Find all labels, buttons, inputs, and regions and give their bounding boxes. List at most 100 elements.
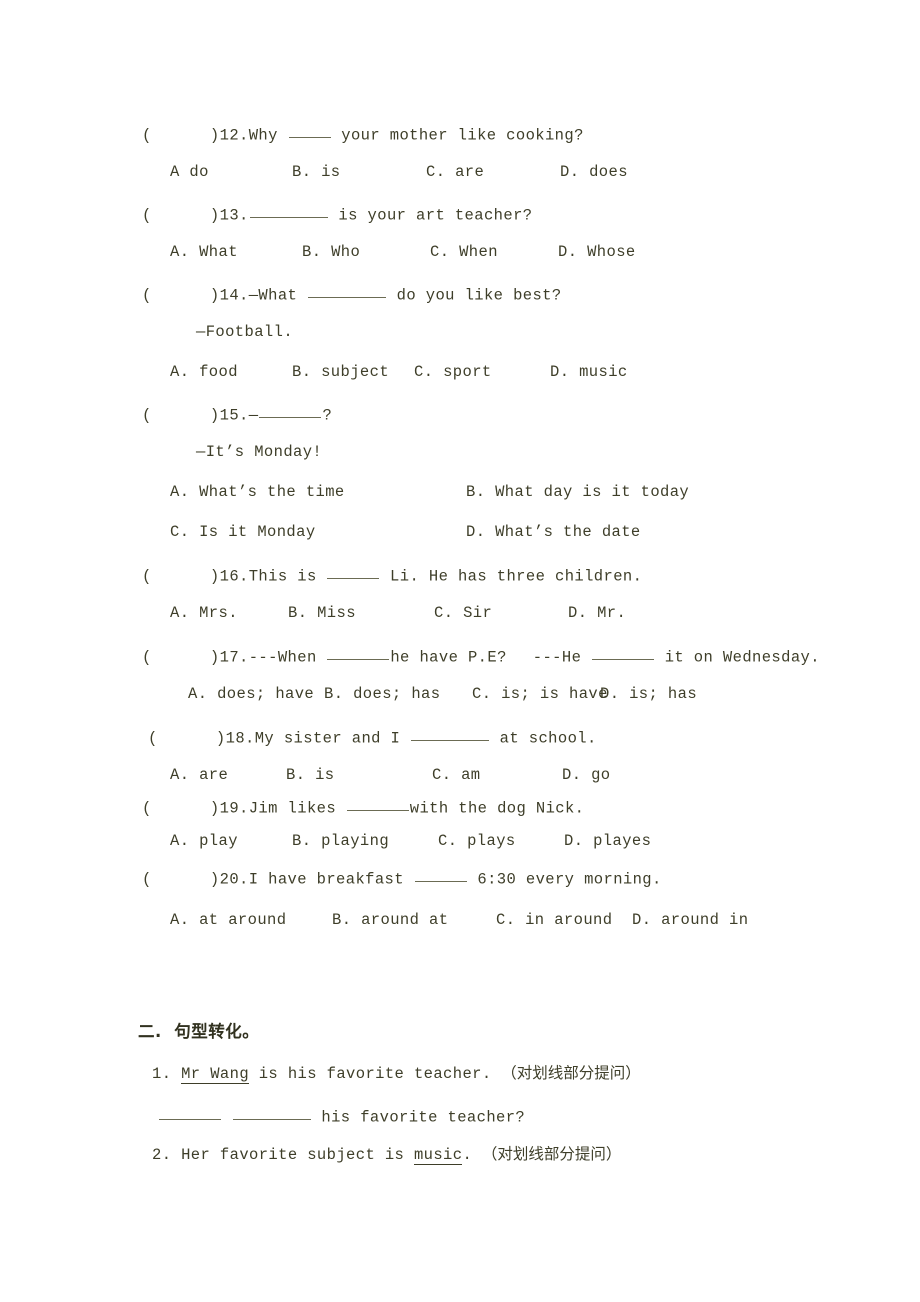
- q19-stem-after: with the dog Nick.: [409, 799, 585, 818]
- q17-blank-1[interactable]: [327, 644, 390, 660]
- q15-option-c[interactable]: C. Is it Monday: [170, 522, 466, 542]
- q15-stem-after: ?: [322, 406, 333, 425]
- q17-stem-part1: ---When: [248, 648, 327, 667]
- q14-blank[interactable]: [307, 282, 386, 298]
- section-two-heading: 二. 句型转化。: [138, 1022, 260, 1041]
- q15-stem-before: —: [248, 406, 259, 425]
- q13-option-b[interactable]: B. Who: [302, 242, 430, 262]
- q17-number: 17.: [219, 648, 249, 667]
- q18-option-b[interactable]: B. is: [286, 765, 432, 785]
- q17-stem-part3: ---He: [532, 648, 591, 667]
- q12-blank[interactable]: [288, 122, 331, 138]
- q12-option-c[interactable]: C. are: [426, 162, 560, 182]
- q17-option-c[interactable]: C. is; is have: [472, 684, 607, 704]
- q15-option-a[interactable]: A. What’s the time: [170, 482, 466, 502]
- section-two-item-1: 1. Mr Wang is his favorite teacher. （对划线…: [152, 1063, 641, 1084]
- q16-option-a[interactable]: A. Mrs.: [170, 603, 288, 623]
- item-2-hint: （对划线部分提问）: [481, 1145, 622, 1163]
- q19-blank[interactable]: [346, 795, 409, 811]
- question-17-stem: ( )17.---When he have P.E? ---He it on We…: [142, 644, 820, 668]
- worksheet-page: ( )12.Why your mother like cooking? A do…: [0, 0, 920, 1302]
- q15-blank[interactable]: [259, 402, 322, 418]
- question-15-options-row2: C. Is it Monday D. What’s the date: [170, 522, 641, 542]
- q19-option-a[interactable]: A. play: [170, 831, 292, 851]
- q14-option-a[interactable]: A. food: [170, 362, 292, 382]
- question-19-stem: ( )19.Jim likes with the dog Nick.: [142, 795, 584, 819]
- q17-option-d[interactable]: D. is; has: [600, 684, 697, 704]
- q18-number: 18.: [225, 729, 255, 748]
- q14-option-b[interactable]: B. subject: [292, 362, 414, 382]
- q13-bracket: ( ): [142, 206, 220, 225]
- question-13-stem: ( )13. is your art teacher?: [142, 202, 532, 226]
- item-1-answer-blank-1[interactable]: [159, 1104, 221, 1120]
- item-1-answer-blank-2[interactable]: [232, 1104, 311, 1120]
- q12-option-a[interactable]: A do: [170, 162, 292, 182]
- q20-option-b[interactable]: B. around at: [332, 910, 496, 930]
- q17-stem-part4: it on Wednesday.: [655, 648, 820, 667]
- q16-option-d[interactable]: D. Mr.: [568, 603, 626, 623]
- q19-bracket: ( ): [142, 799, 220, 818]
- item-1-rest: is his favorite teacher.: [249, 1065, 492, 1083]
- q18-bracket: ( ): [148, 729, 226, 748]
- q17-option-a[interactable]: A. does; have: [188, 684, 324, 704]
- item-1-underlined: Mr Wang: [181, 1065, 250, 1084]
- q16-option-c[interactable]: C. Sir: [434, 603, 568, 623]
- q12-bracket: ( ): [142, 126, 220, 145]
- q20-option-c[interactable]: C. in around: [496, 910, 632, 930]
- q13-option-d[interactable]: D. Whose: [558, 242, 636, 262]
- item-1-hint: （对划线部分提问）: [501, 1064, 641, 1082]
- q17-blank-2[interactable]: [592, 644, 654, 660]
- question-15-stem: ( )15.—?: [142, 402, 332, 426]
- q13-option-c[interactable]: C. When: [430, 242, 558, 262]
- q18-option-a[interactable]: A. are: [170, 765, 286, 785]
- q20-stem-after: 6:30 every morning.: [467, 870, 662, 889]
- question-14-stem: ( )14.—What do you like best?: [142, 282, 562, 306]
- q18-stem-before: My sister and I: [254, 729, 410, 748]
- q16-bracket: ( ): [142, 567, 220, 586]
- question-12-options: A do B. is C. are D. does: [170, 162, 628, 182]
- q14-number: 14.: [219, 286, 249, 305]
- section-two-item-2: 2. Her favorite subject is music. （对划线部分…: [152, 1144, 621, 1165]
- q19-option-c[interactable]: C. plays: [438, 831, 564, 851]
- q19-option-d[interactable]: D. playes: [564, 831, 651, 851]
- q12-stem-before: Why: [248, 126, 288, 145]
- q18-option-d[interactable]: D. go: [562, 765, 611, 785]
- q14-stem-after: do you like best?: [386, 286, 562, 305]
- q14-option-c[interactable]: C. sport: [414, 362, 550, 382]
- q18-stem-after: at school.: [489, 729, 597, 748]
- q12-option-b[interactable]: B. is: [292, 162, 426, 182]
- question-12-stem: ( )12.Why your mother like cooking?: [142, 122, 584, 146]
- q17-option-b[interactable]: B. does; has: [324, 684, 472, 704]
- question-18-options: A. are B. is C. am D. go: [170, 765, 611, 785]
- q13-blank[interactable]: [249, 202, 328, 218]
- q16-stem-before: This is: [248, 567, 327, 586]
- question-13-options: A. What B. Who C. When D. Whose: [170, 242, 636, 262]
- item-2-number: 2.: [152, 1146, 172, 1164]
- q12-stem-after: your mother like cooking?: [331, 126, 584, 145]
- q15-option-b[interactable]: B. What day is it today: [466, 482, 689, 502]
- q13-stem-after: is your art teacher?: [328, 206, 533, 225]
- q20-number: 20.: [219, 870, 249, 889]
- q14-bracket: ( ): [142, 286, 220, 305]
- question-16-stem: ( )16.This is Li. He has three children.: [142, 563, 642, 587]
- q18-option-c[interactable]: C. am: [432, 765, 562, 785]
- q20-option-a[interactable]: A. at around: [170, 910, 332, 930]
- q19-stem-before: Jim likes: [248, 799, 346, 818]
- q20-blank[interactable]: [414, 866, 467, 882]
- q16-number: 16.: [219, 567, 249, 586]
- q15-bracket: ( ): [142, 406, 220, 425]
- question-17-options: A. does; have B. does; has C. is; is haveD…: [188, 684, 697, 704]
- question-14-answer-line: —Football.: [196, 323, 294, 341]
- q18-blank[interactable]: [410, 725, 489, 741]
- q14-option-d[interactable]: D. music: [550, 362, 628, 382]
- q13-option-a[interactable]: A. What: [170, 242, 302, 262]
- question-15-options-row1: A. What’s the time B. What day is it toda…: [170, 482, 689, 502]
- q12-number: 12.: [219, 126, 249, 145]
- q15-option-d[interactable]: D. What’s the date: [466, 522, 641, 542]
- q20-option-d[interactable]: D. around in: [632, 910, 748, 930]
- item-1-answer-tail: his favorite teacher?: [311, 1108, 526, 1127]
- q12-option-d[interactable]: D. does: [560, 162, 628, 182]
- q16-option-b[interactable]: B. Miss: [288, 603, 434, 623]
- q16-blank[interactable]: [327, 563, 380, 579]
- q19-option-b[interactable]: B. playing: [292, 831, 438, 851]
